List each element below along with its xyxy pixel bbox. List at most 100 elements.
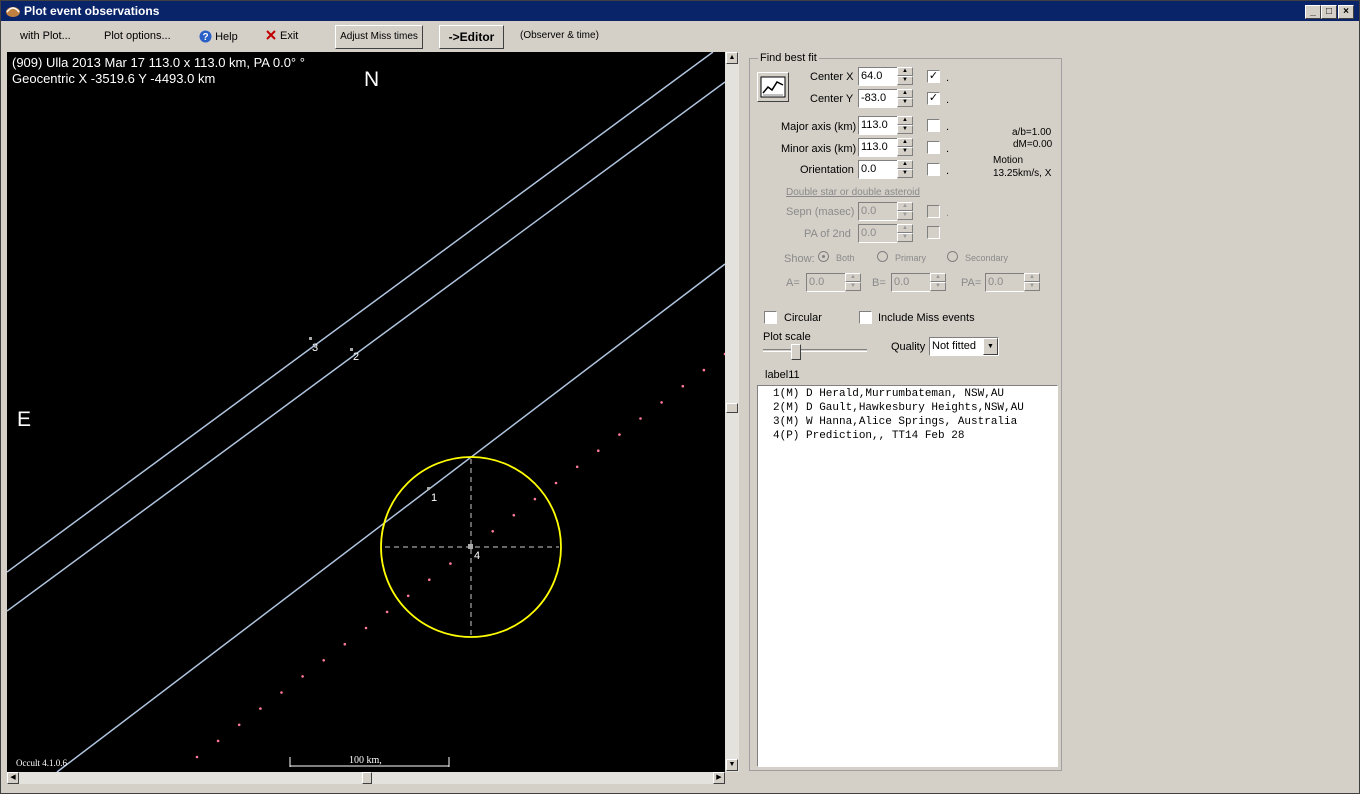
chord-label-2: 2: [353, 351, 359, 363]
menu-with-plot[interactable]: with Plot...: [20, 30, 71, 42]
sepn-input[interactable]: 0.0: [858, 202, 898, 221]
plot-horizontal-scrollbar[interactable]: ◀ ▶: [7, 772, 725, 784]
b-spinner[interactable]: ▲ ▼: [930, 273, 946, 292]
prediction-dot: [533, 497, 537, 501]
quality-value: Not fitted: [932, 340, 977, 352]
plot-vertical-scrollbar[interactable]: ▲ ▼: [725, 52, 739, 772]
ab-ratio: a/b=1.00: [1012, 127, 1052, 138]
center-x-dot: .: [946, 72, 950, 84]
circular-label: Circular: [784, 312, 822, 324]
scroll-right-arrow[interactable]: ▶: [713, 772, 725, 784]
center-x-spinner[interactable]: ▲ ▼: [897, 67, 913, 86]
quality-label: Quality: [891, 341, 926, 353]
pa-spinner[interactable]: ▲ ▼: [1024, 273, 1040, 292]
title-bar[interactable]: Plot event observations _ □ ×: [1, 1, 1359, 21]
help-icon: ?: [199, 30, 212, 43]
plot-header-line1: (909) Ulla 2013 Mar 17 113.0 x 113.0 km,…: [12, 55, 305, 70]
vertical-scroll-thumb[interactable]: [726, 403, 738, 413]
scroll-up-arrow[interactable]: ▲: [726, 52, 738, 64]
sepn-label: Sepn (masec): [786, 206, 855, 218]
b-label: B=: [872, 277, 886, 289]
menu-exit[interactable]: Exit: [266, 30, 298, 42]
prediction-dot: [618, 433, 621, 436]
editor-button[interactable]: ->Editor: [439, 25, 504, 49]
show-primary-radio[interactable]: [877, 251, 888, 262]
center-y-spinner[interactable]: ▲ ▼: [897, 89, 913, 108]
menu-plot-options[interactable]: Plot options...: [104, 30, 171, 42]
show-primary-label: Primary: [895, 253, 926, 263]
pa-second-checkbox[interactable]: [927, 226, 940, 239]
show-both-radio[interactable]: [818, 251, 829, 262]
slider-thumb[interactable]: [791, 344, 801, 360]
pa-second-spinner[interactable]: ▲ ▼: [897, 224, 913, 243]
prediction-dot: [449, 562, 452, 565]
center-y-checkbox[interactable]: ✓: [927, 92, 940, 105]
menu-help[interactable]: ? Help: [199, 30, 238, 43]
list-item[interactable]: 2(M) D Gault,Hawkesbury Heights,NSW,AU: [773, 402, 1057, 416]
prediction-dot: [364, 626, 368, 630]
center-x-label: Center X: [810, 71, 854, 83]
list-item[interactable]: 3(M) W Hanna,Alice Springs, Australia: [773, 416, 1057, 430]
orientation-dot: .: [946, 165, 950, 177]
orientation-spinner[interactable]: ▲ ▼: [897, 160, 913, 179]
motion-value: 13.25km/s, X: [993, 168, 1052, 179]
b-input[interactable]: 0.0: [891, 273, 931, 292]
chord-label-1: 1: [431, 492, 437, 504]
motion-label: Motion: [993, 155, 1024, 166]
sepn-spinner[interactable]: ▲ ▼: [897, 202, 913, 221]
slider-track: [763, 349, 867, 352]
prediction-dot: [406, 594, 410, 598]
list-item[interactable]: 1(M) D Herald,Murrumbateman, NSW,AU: [773, 388, 1057, 402]
prediction-dot: [512, 513, 516, 517]
pa-input[interactable]: 0.0: [985, 273, 1025, 292]
show-secondary-radio[interactable]: [947, 251, 958, 262]
major-axis-checkbox[interactable]: [927, 119, 940, 132]
chevron-down-icon[interactable]: ▼: [983, 338, 998, 355]
find-best-fit-button[interactable]: [757, 72, 789, 102]
minor-axis-spinner[interactable]: ▲ ▼: [897, 138, 913, 157]
maximize-button[interactable]: □: [1321, 5, 1337, 19]
list-item[interactable]: 4(P) Prediction,, TT14 Feb 28: [773, 430, 1057, 444]
center-x-input[interactable]: 64.0: [858, 67, 898, 86]
main-window: Plot event observations _ □ × with Plot.…: [0, 0, 1360, 794]
a-spinner[interactable]: ▲ ▼: [845, 273, 861, 292]
show-both-label: Both: [836, 253, 855, 263]
orientation-checkbox[interactable]: [927, 163, 940, 176]
chord-marker-1: [427, 487, 430, 490]
plot-scale-slider[interactable]: [761, 344, 867, 362]
minor-axis-input[interactable]: 113.0: [858, 138, 898, 157]
minimize-button[interactable]: _: [1305, 5, 1321, 19]
close-button[interactable]: ×: [1338, 5, 1354, 19]
find-best-fit-title: Find best fit: [758, 52, 819, 64]
prediction-dot: [554, 481, 558, 485]
north-label: N: [364, 68, 380, 91]
scale-label: 100 km,: [349, 755, 382, 766]
prediction-dot: [237, 723, 241, 727]
a-input[interactable]: 0.0: [806, 273, 846, 292]
include-miss-checkbox[interactable]: [859, 311, 872, 324]
center-x-checkbox[interactable]: ✓: [927, 70, 940, 83]
prediction-dot: [259, 707, 262, 710]
adjust-miss-times-button[interactable]: Adjust Miss times: [335, 25, 423, 49]
sepn-checkbox[interactable]: [927, 205, 940, 218]
observer-list[interactable]: 1(M) D Herald,Murrumbateman, NSW,AU 2(M)…: [757, 385, 1058, 767]
center-y-input[interactable]: -83.0: [858, 89, 898, 108]
chord-line-3: [7, 52, 714, 573]
menu-observer-time[interactable]: (Observer & time): [520, 30, 599, 41]
prediction-dot: [385, 610, 389, 614]
pa-second-input[interactable]: 0.0: [858, 224, 898, 243]
scroll-down-arrow[interactable]: ▼: [726, 759, 738, 771]
pa-label: PA=: [961, 277, 982, 289]
plot-canvas[interactable]: 1 2 3 4 (909) Ulla 2013 Mar 17 113.0 x 1…: [7, 52, 725, 772]
major-axis-input[interactable]: 113.0: [858, 116, 898, 135]
scroll-left-arrow[interactable]: ◀: [7, 772, 19, 784]
major-axis-spinner[interactable]: ▲ ▼: [897, 116, 913, 135]
prediction-dot: [702, 368, 706, 372]
orientation-input[interactable]: 0.0: [858, 160, 898, 179]
prediction-dot: [597, 449, 600, 453]
circular-checkbox[interactable]: [764, 311, 777, 324]
quality-select[interactable]: Not fitted ▼: [929, 337, 999, 356]
minor-axis-checkbox[interactable]: [927, 141, 940, 154]
horizontal-scroll-thumb[interactable]: [362, 772, 372, 784]
east-label: E: [17, 408, 32, 431]
